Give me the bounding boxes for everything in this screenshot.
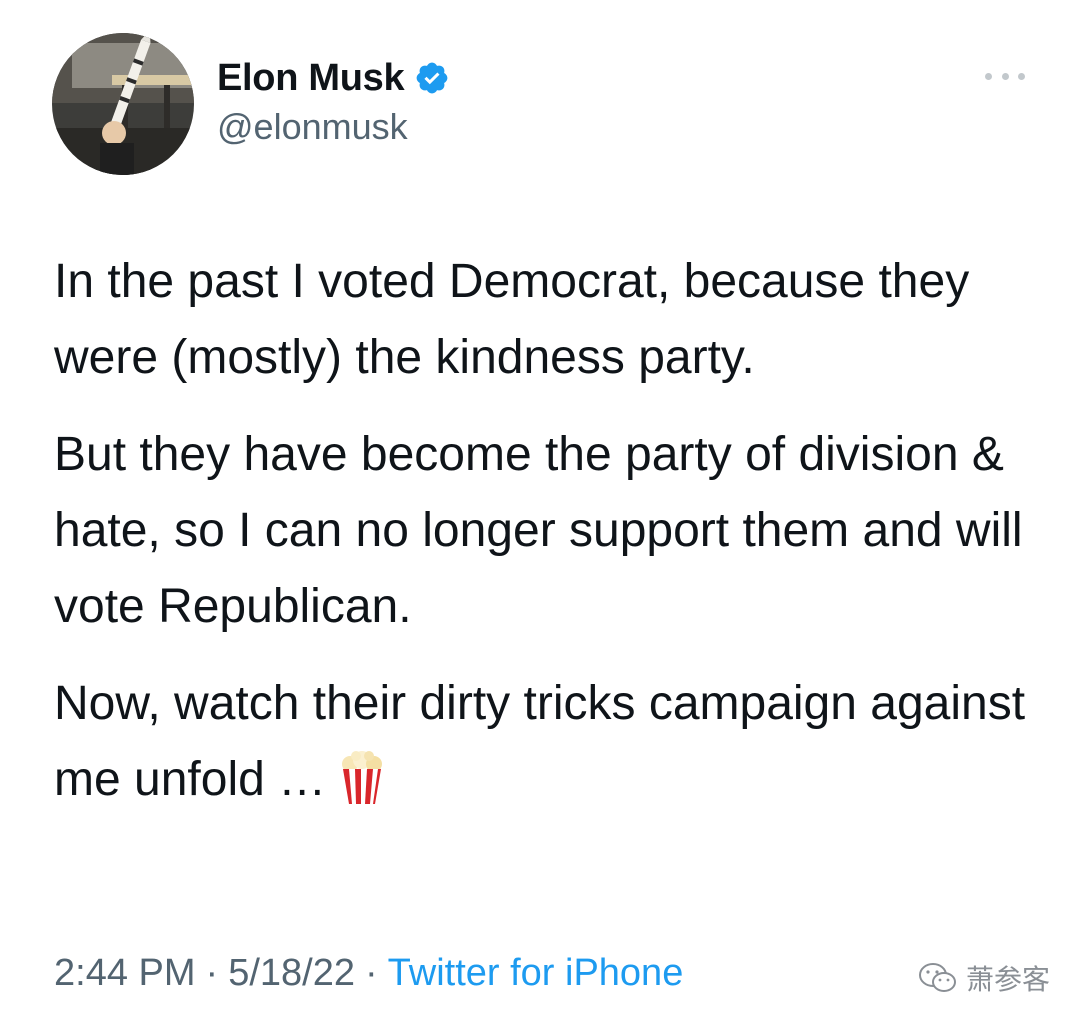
tweet-card: Elon Musk @elonmusk In the past I voted …	[0, 0, 1080, 1030]
avatar[interactable]	[52, 33, 194, 175]
user-handle[interactable]: @elonmusk	[217, 106, 450, 148]
tweet-date[interactable]: 5/18/22	[228, 952, 355, 994]
profile-photo-icon	[52, 33, 194, 175]
tweet-paragraph: In the past I voted Democrat, because th…	[54, 255, 970, 384]
verified-badge-icon	[414, 60, 450, 96]
tweet-meta: 2:44 PM · 5/18/22 · Twitter for iPhone	[54, 952, 683, 995]
name-row: Elon Musk	[217, 54, 450, 102]
more-options-button[interactable]	[985, 62, 1025, 90]
more-dot-icon	[985, 72, 992, 80]
meta-separator: ·	[364, 952, 378, 994]
tweet-paragraph: But they have become the party of divisi…	[54, 428, 1023, 633]
watermark-text: 萧参客	[966, 963, 1051, 996]
author-block: Elon Musk @elonmusk	[217, 54, 450, 148]
tweet-text: In the past I voted Democrat, because th…	[54, 244, 1054, 849]
source-link[interactable]: Twitter for iPhone	[388, 952, 684, 994]
display-name[interactable]: Elon Musk	[217, 57, 405, 100]
tweet-paragraph-text: Now, watch their dirty tricks campaign a…	[54, 677, 1026, 806]
more-dot-icon	[1001, 72, 1009, 80]
tweet-time[interactable]: 2:44 PM	[54, 952, 196, 994]
popcorn-emoji-icon	[340, 751, 384, 828]
meta-separator: ·	[205, 952, 219, 994]
more-dot-icon	[1018, 72, 1025, 80]
tweet-paragraph: Now, watch their dirty tricks campaign a…	[54, 666, 1054, 828]
wechat-icon	[919, 963, 956, 992]
watermark: 萧参客	[918, 958, 1050, 998]
